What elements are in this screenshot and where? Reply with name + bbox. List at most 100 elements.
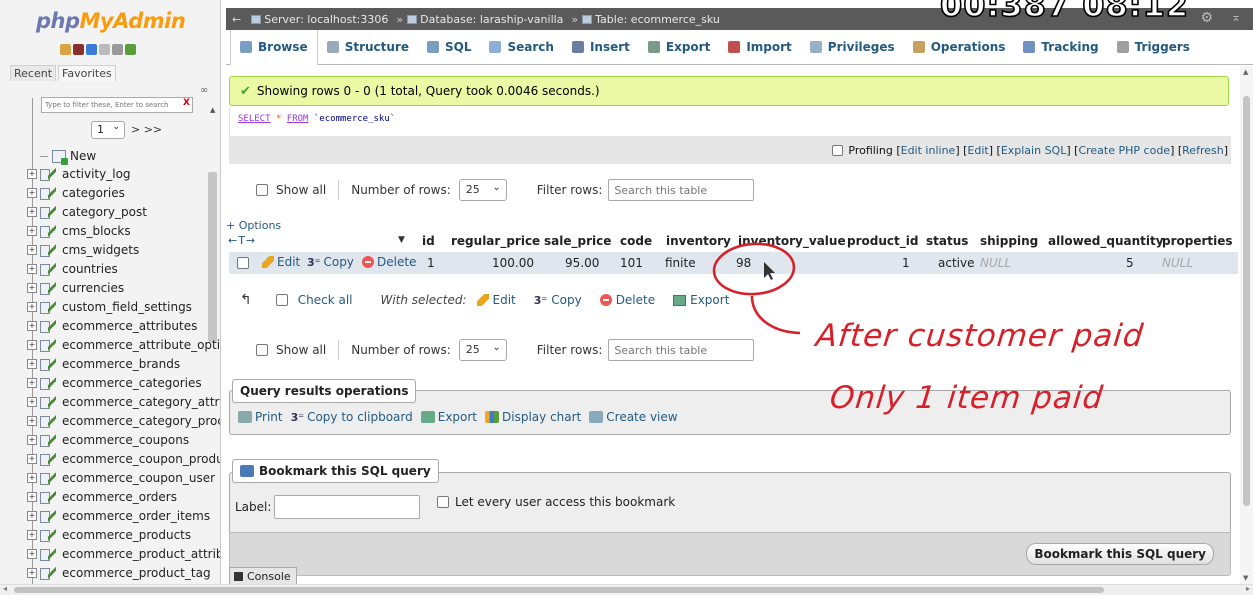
tab-triggers[interactable]: Triggers (1108, 30, 1199, 65)
sidebar-item-ecommerce-products[interactable]: + ecommerce_products (27, 525, 191, 544)
sidebar-item-custom-field-settings[interactable]: + custom_field_settings (27, 297, 192, 316)
expand-icon[interactable]: + (27, 434, 37, 445)
vertical-scrollbar[interactable]: ▲ ▼ (1240, 66, 1253, 584)
show-all-checkbox[interactable] (256, 184, 268, 196)
sidebar-item-ecommerce-product-attrib[interactable]: + ecommerce_product_attrib (27, 544, 220, 563)
every-user-checkbox[interactable] (437, 496, 449, 508)
cell-status[interactable]: active (938, 256, 974, 270)
print-link[interactable]: Print (238, 410, 283, 424)
col-code[interactable]: code (620, 234, 652, 248)
expand-icon[interactable]: + (27, 453, 37, 464)
sidebar-item-cms-widgets[interactable]: + cms_widgets (27, 240, 139, 259)
row-copy-button[interactable]: 3⁼ Copy (307, 255, 354, 269)
col-product-id[interactable]: product_id (847, 234, 918, 248)
expand-icon[interactable]: + (27, 244, 37, 255)
rows-select-bottom[interactable]: 25 ⌄ (458, 339, 507, 361)
bulk-export-button[interactable]: Export (673, 293, 729, 307)
sidebar-item-activity-log[interactable]: + activity_log (27, 164, 131, 183)
sidebar-item-ecommerce-coupon-user[interactable]: + ecommerce_coupon_user (27, 468, 215, 487)
settings-icon[interactable] (112, 44, 123, 55)
breadcrumb-server[interactable]: Server: localhost:3306 (251, 13, 388, 26)
sidebar-item-ecommerce-category-proc[interactable]: + ecommerce_category_proc (27, 411, 220, 430)
col-regular-price[interactable]: regular_price (451, 234, 540, 248)
nav-filter-input[interactable] (41, 97, 193, 113)
console-tab[interactable]: Console (229, 567, 297, 584)
link-icon[interactable]: ∞ (200, 85, 208, 96)
cell-code[interactable]: 101 (620, 256, 643, 270)
col-id[interactable]: id (422, 234, 435, 248)
tab-import[interactable]: Import (719, 30, 800, 65)
every-user-option[interactable]: Let every user access this bookmark (437, 495, 675, 509)
sidebar-item-ecommerce-category-attri[interactable]: + ecommerce_category_attri (27, 392, 220, 411)
cell-shipping[interactable]: NULL (980, 256, 1011, 270)
edit-link[interactable]: Edit (967, 144, 988, 157)
help-icon[interactable] (86, 44, 97, 55)
nav-scrollbar[interactable] (208, 172, 217, 342)
docs-icon[interactable] (99, 44, 110, 55)
breadcrumb-table[interactable]: Table: ecommerce_sku (582, 13, 720, 26)
tab-structure[interactable]: Structure (318, 30, 418, 65)
sort-chevron-icon[interactable]: ▼ (398, 235, 405, 245)
tab-search[interactable]: Search (480, 30, 562, 65)
expand-icon[interactable]: + (27, 358, 37, 369)
export-link[interactable]: Export (420, 410, 477, 424)
column-arrows-icon[interactable]: ←T→ (228, 234, 256, 247)
tab-privileges[interactable]: Privileges (801, 30, 904, 65)
refresh-link[interactable]: Refresh (1182, 144, 1224, 157)
sidebar-item-ecommerce-order-items[interactable]: + ecommerce_order_items (27, 506, 210, 525)
expand-icon[interactable]: + (27, 187, 37, 198)
col-sale-price[interactable]: sale_price (544, 234, 611, 248)
sidebar-item-ecommerce-coupons[interactable]: + ecommerce_coupons (27, 430, 189, 449)
cell-inventory-value[interactable]: 98 (736, 256, 751, 270)
check-all-checkbox[interactable] (275, 294, 288, 306)
back-arrow-icon[interactable]: ← (232, 13, 241, 26)
expand-icon[interactable]: + (27, 206, 37, 217)
expand-icon[interactable]: + (27, 567, 37, 578)
expand-icon[interactable]: + (27, 168, 37, 179)
expand-icon[interactable]: + (27, 548, 37, 559)
filter-rows-input-bottom[interactable] (608, 339, 755, 361)
filter-rows-input[interactable] (608, 179, 755, 201)
home-icon[interactable] (60, 44, 71, 55)
sidebar-item-ecommerce-product-tag[interactable]: + ecommerce_product_tag (27, 563, 211, 582)
sidebar-item-countries[interactable]: + countries (27, 259, 118, 278)
expand-icon[interactable]: + (27, 225, 37, 236)
collapse-icon[interactable]: ⌅ (1231, 10, 1241, 24)
cell-sale-price[interactable]: 95.00 (565, 256, 599, 270)
tab-export[interactable]: Export (639, 30, 719, 65)
explain-sql-link[interactable]: Explain SQL (1001, 144, 1067, 157)
cell-product-id[interactable]: 1 (902, 256, 910, 270)
expand-icon[interactable]: + (27, 529, 37, 540)
sidebar-item-ecommerce-coupon-produ[interactable]: + ecommerce_coupon_produ (27, 449, 220, 468)
copy-clipboard-link[interactable]: 3⁼ Copy to clipboard (291, 410, 413, 424)
clear-filter-icon[interactable]: X (183, 98, 190, 108)
row-checkbox[interactable] (237, 257, 249, 269)
logout-icon[interactable] (73, 44, 84, 55)
col-properties[interactable]: properties (1162, 234, 1233, 248)
expand-icon[interactable]: + (27, 301, 37, 312)
breadcrumb-database[interactable]: Database: laraship-vanilla (407, 13, 563, 26)
cell-id[interactable]: 1 (427, 256, 435, 270)
horizontal-scrollbar[interactable]: ◂ ▸ (0, 584, 1253, 595)
expand-icon[interactable]: + (27, 263, 37, 274)
cell-allowed-quantity[interactable]: 5 (1126, 256, 1134, 270)
reload-icon[interactable] (125, 44, 136, 55)
tab-browse[interactable]: Browse (230, 29, 318, 65)
bookmark-label-input[interactable] (274, 495, 420, 519)
cell-inventory[interactable]: finite (665, 256, 696, 270)
create-php-link[interactable]: Create PHP code (1078, 144, 1170, 157)
edit-inline-link[interactable]: Edit inline (901, 144, 956, 157)
col-status[interactable]: status (926, 234, 968, 248)
show-all-checkbox-bottom[interactable] (256, 344, 268, 356)
expand-icon[interactable]: + (27, 282, 37, 293)
sidebar-item-ecommerce-attributes[interactable]: + ecommerce_attributes (27, 316, 197, 335)
rows-select[interactable]: 25 ⌄ (458, 179, 507, 201)
sidebar-item-ecommerce-categories[interactable]: + ecommerce_categories (27, 373, 202, 392)
create-view-link[interactable]: Create view (589, 410, 678, 424)
bulk-edit-button[interactable]: Edit (476, 293, 516, 307)
tab-insert[interactable]: Insert (563, 30, 639, 65)
profiling-checkbox[interactable] (832, 144, 844, 156)
tab-sql[interactable]: SQL (418, 30, 481, 65)
col-inventory[interactable]: inventory (666, 234, 731, 248)
expand-icon[interactable]: + (27, 510, 37, 521)
